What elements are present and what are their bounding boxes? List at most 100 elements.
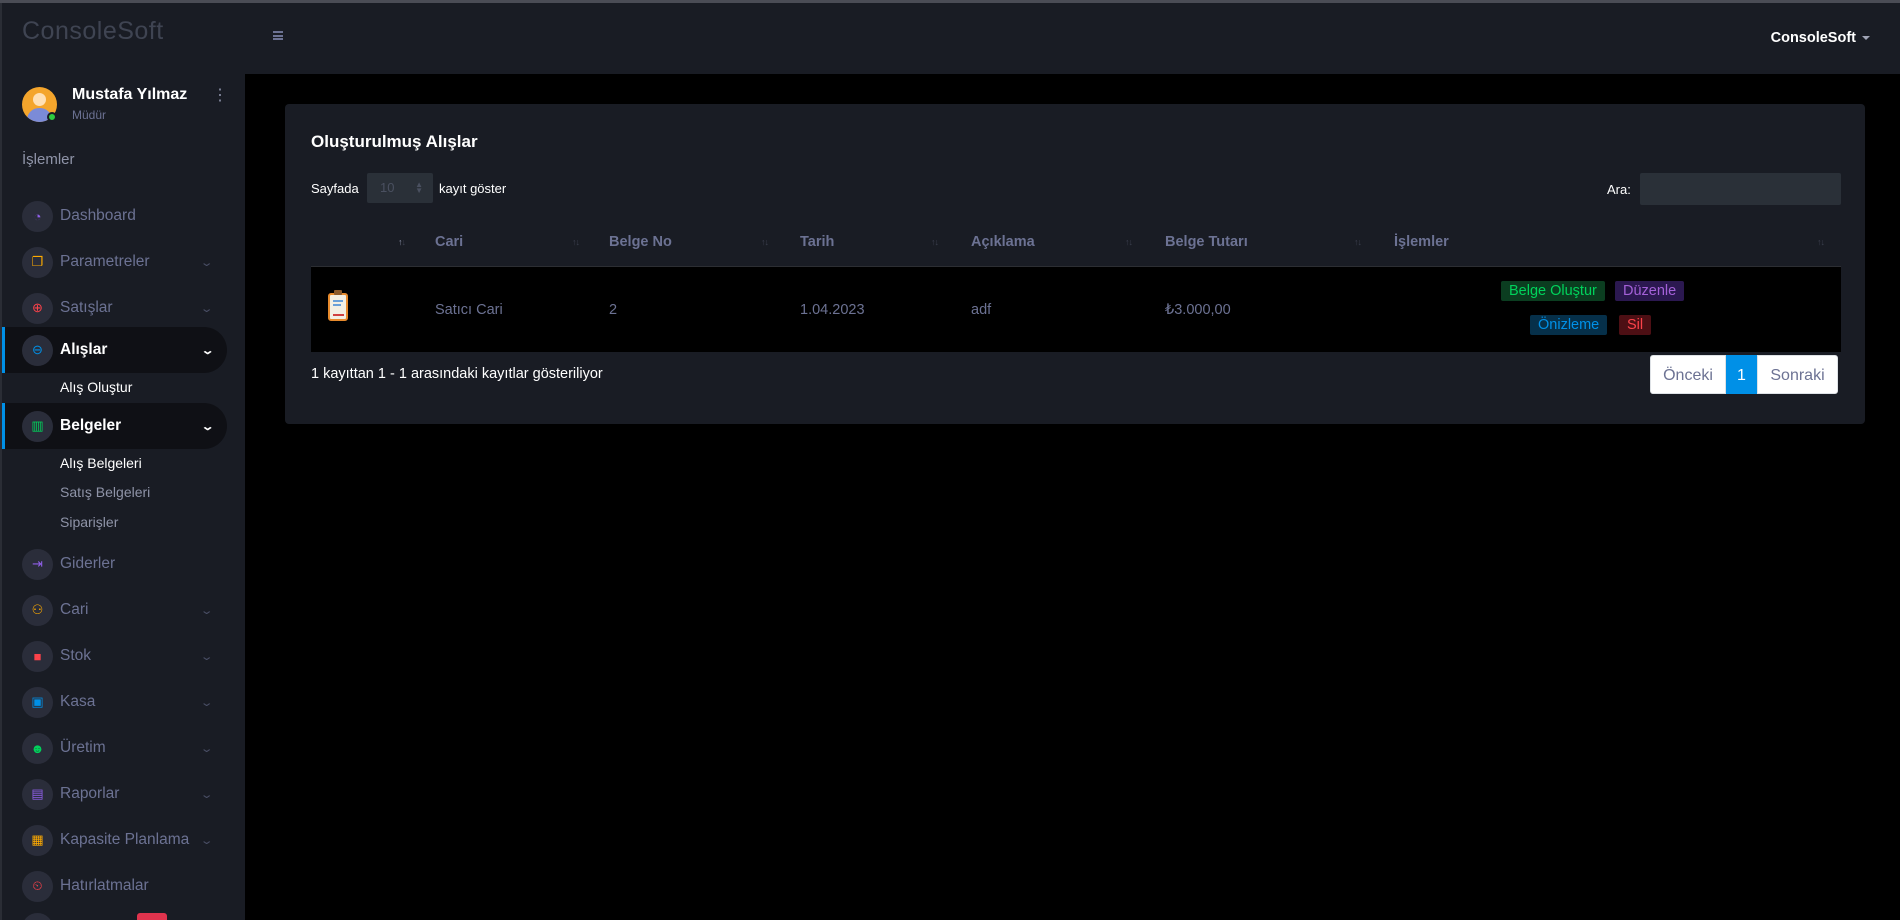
user-profile: Mustafa Yılmaz Müdür ⋮ xyxy=(22,85,232,125)
sort-icon[interactable]: ↑↓ xyxy=(761,237,769,247)
sidebar-item-label: Kapasite Planlama xyxy=(60,831,190,848)
column-header-belge-tutari[interactable]: Belge Tutarı xyxy=(1165,234,1248,250)
search-input[interactable] xyxy=(1640,173,1841,205)
robot-icon: ☻ xyxy=(22,732,53,764)
sidebar-item-stok[interactable]: ■ Stok ⌄ xyxy=(2,633,227,679)
sort-icon[interactable]: ↑↓ xyxy=(931,237,939,247)
sidebar-item-uretim[interactable]: ☻ Üretim ⌄ xyxy=(2,725,227,771)
sidebar: ConsoleSoft Mustafa Yılmaz Müdür ⋮ İşlem… xyxy=(0,3,245,920)
top-navbar: ConsoleSoft xyxy=(245,3,1900,74)
sidebar-item-cari[interactable]: ⚇ Cari ⌄ xyxy=(2,587,227,633)
sidebar-item-label: Kasa xyxy=(60,693,96,710)
previous-page-button[interactable]: Önceki xyxy=(1650,355,1726,394)
sidebar-subitem-satis-belgeleri[interactable]: Satış Belgeleri xyxy=(60,484,150,500)
edit-button[interactable]: Düzenle xyxy=(1615,281,1685,301)
arrow-right-icon: ⇥ xyxy=(22,548,53,580)
chevron-down-icon: ⌄ xyxy=(199,256,214,269)
sidebar-subitem-alis-olustur[interactable]: Alış Oluştur xyxy=(60,379,132,395)
chevron-down-icon: ⌄ xyxy=(199,302,214,315)
caret-down-icon xyxy=(1862,36,1870,41)
cell-tarih: 1.04.2023 xyxy=(800,302,865,318)
purchases-table: ↑↓ Cari ↑↓ Belge No ↑↓ Tarih ↑↓ Açıklama… xyxy=(311,217,1841,352)
pagination: Önceki 1 Sonraki xyxy=(1650,355,1838,394)
clipboard-chart-icon xyxy=(328,290,348,321)
card-title: Oluşturulmuş Alışlar xyxy=(311,132,478,151)
next-page-button[interactable]: Sonraki xyxy=(1757,355,1838,394)
chevron-down-icon: ⌄ xyxy=(199,650,214,663)
partial-icon xyxy=(22,913,53,920)
sidebar-item-label: Giderler xyxy=(60,555,116,572)
create-document-button[interactable]: Belge Oluştur xyxy=(1501,281,1605,301)
profile-name: Mustafa Yılmaz xyxy=(72,86,188,103)
sidebar-item-alislar[interactable]: ⊖ Alışlar ⌄ xyxy=(2,327,227,373)
layers-icon: ❐ xyxy=(22,246,53,278)
sort-icon[interactable]: ↑↓ xyxy=(1354,237,1362,247)
sidebar-item-label: Alışlar xyxy=(60,341,108,358)
sidebar-section-title: İşlemler xyxy=(22,151,75,168)
cell-cari: Satıcı Cari xyxy=(435,302,503,318)
sidebar-item-raporlar[interactable]: ▤ Raporlar ⌄ xyxy=(2,771,227,817)
column-header-cari[interactable]: Cari xyxy=(435,234,463,250)
profile-role: Müdür xyxy=(72,108,107,122)
sidebar-item-dashboard[interactable]: ◔ Dashboard xyxy=(2,193,227,239)
cell-belge-tutari: ₺3.000,00 xyxy=(1165,302,1231,318)
sidebar-subitem-alis-belgeleri[interactable]: Alış Belgeleri xyxy=(60,455,142,471)
box-icon: ■ xyxy=(22,640,53,672)
minus-circle-icon: ⊖ xyxy=(22,334,53,366)
user-dropdown[interactable]: ConsoleSoft xyxy=(1771,30,1870,46)
cash-icon: ▣ xyxy=(22,686,53,718)
notification-badge xyxy=(137,913,167,920)
sidebar-item-kasa[interactable]: ▣ Kasa ⌄ xyxy=(2,679,227,725)
sidebar-item-satislar[interactable]: ⊕ Satışlar ⌄ xyxy=(2,285,227,331)
plus-circle-icon: ⊕ xyxy=(22,292,53,324)
sidebar-item-label: Stok xyxy=(60,647,92,664)
preview-button[interactable]: Önizleme xyxy=(1530,315,1608,335)
hamburger-menu-icon[interactable] xyxy=(273,31,283,40)
sidebar-item-label: Parametreler xyxy=(60,253,150,270)
sidebar-item-label: Dashboard xyxy=(60,207,136,224)
sidebar-item-belgeler[interactable]: ▥ Belgeler ⌄ xyxy=(2,403,227,449)
select-arrows-icon: ▲ ▼ xyxy=(415,180,423,195)
table-row: Satıcı Cari 2 1.04.2023 adf ₺3.000,00 Be… xyxy=(311,267,1841,352)
speedometer-icon: ◔ xyxy=(22,200,53,232)
chevron-down-icon: ⌄ xyxy=(199,788,214,801)
sort-icon[interactable]: ↑↓ xyxy=(398,237,406,247)
brand-logo[interactable]: ConsoleSoft xyxy=(22,17,164,46)
page-length-suffix: kayıt göster xyxy=(439,181,507,196)
chevron-down-icon: ⌄ xyxy=(199,604,214,617)
sidebar-item-label: Raporlar xyxy=(60,785,120,802)
chevron-down-icon: ⌄ xyxy=(200,344,215,357)
cell-belge-no: 2 xyxy=(609,302,618,318)
delete-button[interactable]: Sil xyxy=(1619,315,1652,335)
sidebar-item-giderler[interactable]: ⇥ Giderler xyxy=(2,541,227,587)
clipboard-icon: ▤ xyxy=(22,778,53,810)
book-icon: ▥ xyxy=(22,410,53,442)
page-length-value: 10 xyxy=(380,180,395,195)
sidebar-subitem-siparisler[interactable]: Siparişler xyxy=(60,514,118,530)
chevron-down-icon: ⌄ xyxy=(199,742,214,755)
online-status-icon xyxy=(47,112,57,122)
kebab-menu-icon[interactable]: ⋮ xyxy=(212,88,228,104)
cell-aciklama: adf xyxy=(971,302,992,318)
user-dropdown-label: ConsoleSoft xyxy=(1770,30,1856,46)
column-header-belge-no[interactable]: Belge No xyxy=(609,234,672,250)
table-header: ↑↓ Cari ↑↓ Belge No ↑↓ Tarih ↑↓ Açıklama… xyxy=(311,217,1841,267)
chevron-down-icon: ⌄ xyxy=(199,834,214,847)
chevron-down-icon: ⌄ xyxy=(199,696,214,709)
sidebar-item-label: Hatırlatmalar xyxy=(60,877,149,894)
purchases-card: Oluşturulmuş Alışlar Sayfada 10 ▲ ▼ kayıt… xyxy=(285,104,1865,424)
chevron-down-icon: ⌄ xyxy=(200,420,215,433)
sort-icon[interactable]: ↑↓ xyxy=(1125,237,1133,247)
sidebar-item-label: Belgeler xyxy=(60,417,122,434)
current-page-button[interactable]: 1 xyxy=(1726,355,1757,394)
search-label: Ara: xyxy=(1607,182,1631,197)
sort-icon[interactable]: ↑↓ xyxy=(572,237,580,247)
page-length-select[interactable]: 10 ▲ ▼ xyxy=(367,173,433,203)
sidebar-item-parametreler[interactable]: ❐ Parametreler ⌄ xyxy=(2,239,227,285)
column-header-islemler[interactable]: İşlemler xyxy=(1394,234,1449,250)
sidebar-item-hatirlatmalar[interactable]: ⏲ Hatırlatmalar xyxy=(2,863,227,909)
sidebar-item-kapasite-planlama[interactable]: ▦ Kapasite Planlama ⌄ xyxy=(2,817,227,863)
sort-icon[interactable]: ↑↓ xyxy=(1817,237,1825,247)
column-header-aciklama[interactable]: Açıklama xyxy=(971,234,1035,250)
column-header-tarih[interactable]: Tarih xyxy=(800,234,834,250)
